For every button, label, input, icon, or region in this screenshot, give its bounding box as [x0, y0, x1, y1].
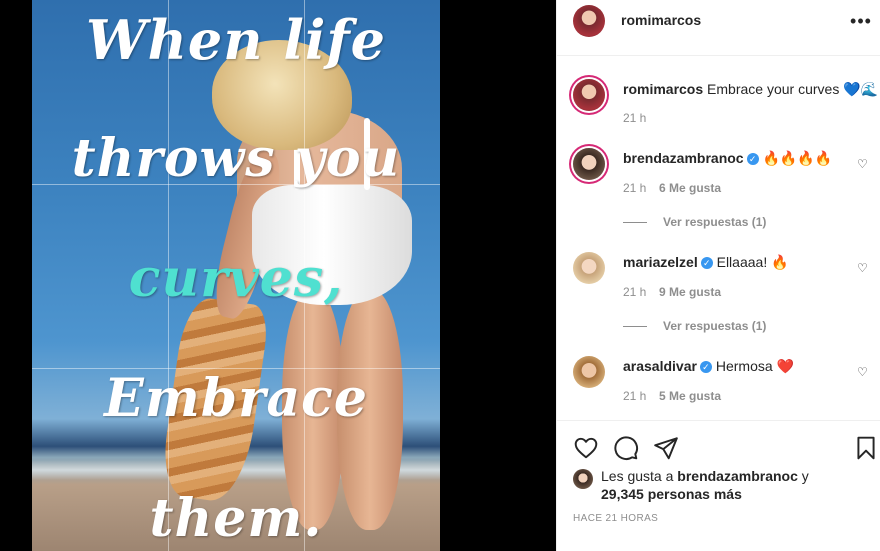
- quote-line-2: throws you: [71, 128, 401, 189]
- comment-like-heart-icon[interactable]: ♡: [857, 366, 869, 378]
- comment-body: Ellaaaa! 🔥: [716, 254, 789, 270]
- likes-others-button[interactable]: 29,345 personas más: [601, 486, 742, 502]
- post-timestamp[interactable]: HACE 21 HORAS: [573, 513, 658, 524]
- bookmark-icon[interactable]: [853, 435, 879, 461]
- comment-body: Hermosa ❤️: [715, 358, 794, 374]
- liker-avatar[interactable]: [573, 469, 593, 489]
- likes-summary: Les gusta a brendazambranoc y 29,345 per…: [573, 467, 873, 503]
- comment-avatar[interactable]: [573, 148, 605, 180]
- view-replies-button[interactable]: Ver respuestas (1): [623, 215, 766, 229]
- replies-line: [623, 222, 647, 224]
- caption-body: Embrace your curves 💙🌊: [707, 81, 879, 97]
- view-replies-label: Ver respuestas (1): [663, 319, 767, 333]
- caption-text: romimarcos Embrace your curves 💙🌊: [623, 81, 878, 98]
- liker-username[interactable]: brendazambranoc: [677, 468, 798, 484]
- post-header: romimarcos •••: [557, 0, 880, 56]
- view-replies-label: Ver respuestas (1): [663, 215, 767, 229]
- comment-text: mariazelzel ✓ Ellaaaa! 🔥: [623, 254, 789, 271]
- comment-body: 🔥🔥🔥🔥: [762, 150, 833, 166]
- verified-badge-icon: ✓: [699, 361, 712, 374]
- heart-icon[interactable]: [573, 435, 599, 461]
- comment-time[interactable]: 21 h: [623, 389, 646, 403]
- quote-line-5: them.: [149, 488, 323, 549]
- comment-likes-count[interactable]: 5 Me gusta: [659, 389, 721, 403]
- replies-line: [623, 326, 647, 328]
- likes-prefix: Les gusta a: [601, 468, 678, 484]
- comment-like-heart-icon[interactable]: ♡: [857, 158, 869, 170]
- comment-item: mariazelzel ✓ Ellaaaa! 🔥 ♡ 21 h 9 Me gust…: [557, 244, 880, 344]
- comment-item: brendazambranoc ✓ 🔥🔥🔥🔥 ♡ 21 h 6 Me gusta …: [557, 140, 880, 240]
- post-image[interactable]: When life throws you curves, Embrace the…: [32, 0, 440, 551]
- more-options-button[interactable]: •••: [849, 11, 873, 38]
- post-media: When life throws you curves, Embrace the…: [0, 0, 556, 551]
- comment-likes-count[interactable]: 6 Me gusta: [659, 181, 721, 195]
- comment-username[interactable]: mariazelzel: [623, 254, 698, 270]
- comment-text: arasaldivar ✓ Hermosa ❤️: [623, 358, 794, 375]
- caption-username[interactable]: romimarcos: [623, 81, 703, 97]
- caption-time[interactable]: 21 h: [623, 111, 646, 125]
- comment-text: brendazambranoc ✓ 🔥🔥🔥🔥: [623, 150, 832, 167]
- comment-like-heart-icon[interactable]: ♡: [857, 262, 869, 274]
- view-replies-button[interactable]: Ver respuestas (1): [623, 319, 766, 333]
- paper-plane-icon[interactable]: [653, 435, 679, 461]
- likes-and: y: [797, 468, 809, 484]
- comment-item: arasaldivar ✓ Hermosa ❤️ ♡ 21 h 5 Me gust…: [557, 348, 880, 418]
- comment-username[interactable]: arasaldivar: [623, 358, 697, 374]
- verified-badge-icon: ✓: [746, 153, 759, 166]
- comment-username[interactable]: brendazambranoc: [623, 150, 744, 166]
- comment-time[interactable]: 21 h: [623, 285, 646, 299]
- post-actions: Les gusta a brendazambranoc y 29,345 per…: [557, 420, 880, 551]
- caption-avatar[interactable]: [573, 79, 605, 111]
- comment-likes-count[interactable]: 9 Me gusta: [659, 285, 721, 299]
- author-username[interactable]: romimarcos: [621, 12, 701, 28]
- caption: romimarcos Embrace your curves 💙🌊 21 h: [557, 72, 880, 132]
- comment-avatar[interactable]: [573, 356, 605, 388]
- quote-line-4: Embrace: [104, 368, 368, 429]
- verified-badge-icon: ✓: [700, 257, 713, 270]
- likes-text: Les gusta a brendazambranoc y 29,345 per…: [601, 467, 873, 503]
- comment-avatar[interactable]: [573, 252, 605, 284]
- comment-time[interactable]: 21 h: [623, 181, 646, 195]
- quote-line-1: When life: [86, 8, 386, 72]
- ellipsis-icon: •••: [850, 11, 872, 31]
- author-avatar[interactable]: [573, 5, 605, 37]
- quote-line-3: curves,: [128, 248, 344, 309]
- comment-icon[interactable]: [613, 435, 639, 461]
- post-side-panel: romimarcos ••• romimarcos Embrace your c…: [556, 0, 880, 551]
